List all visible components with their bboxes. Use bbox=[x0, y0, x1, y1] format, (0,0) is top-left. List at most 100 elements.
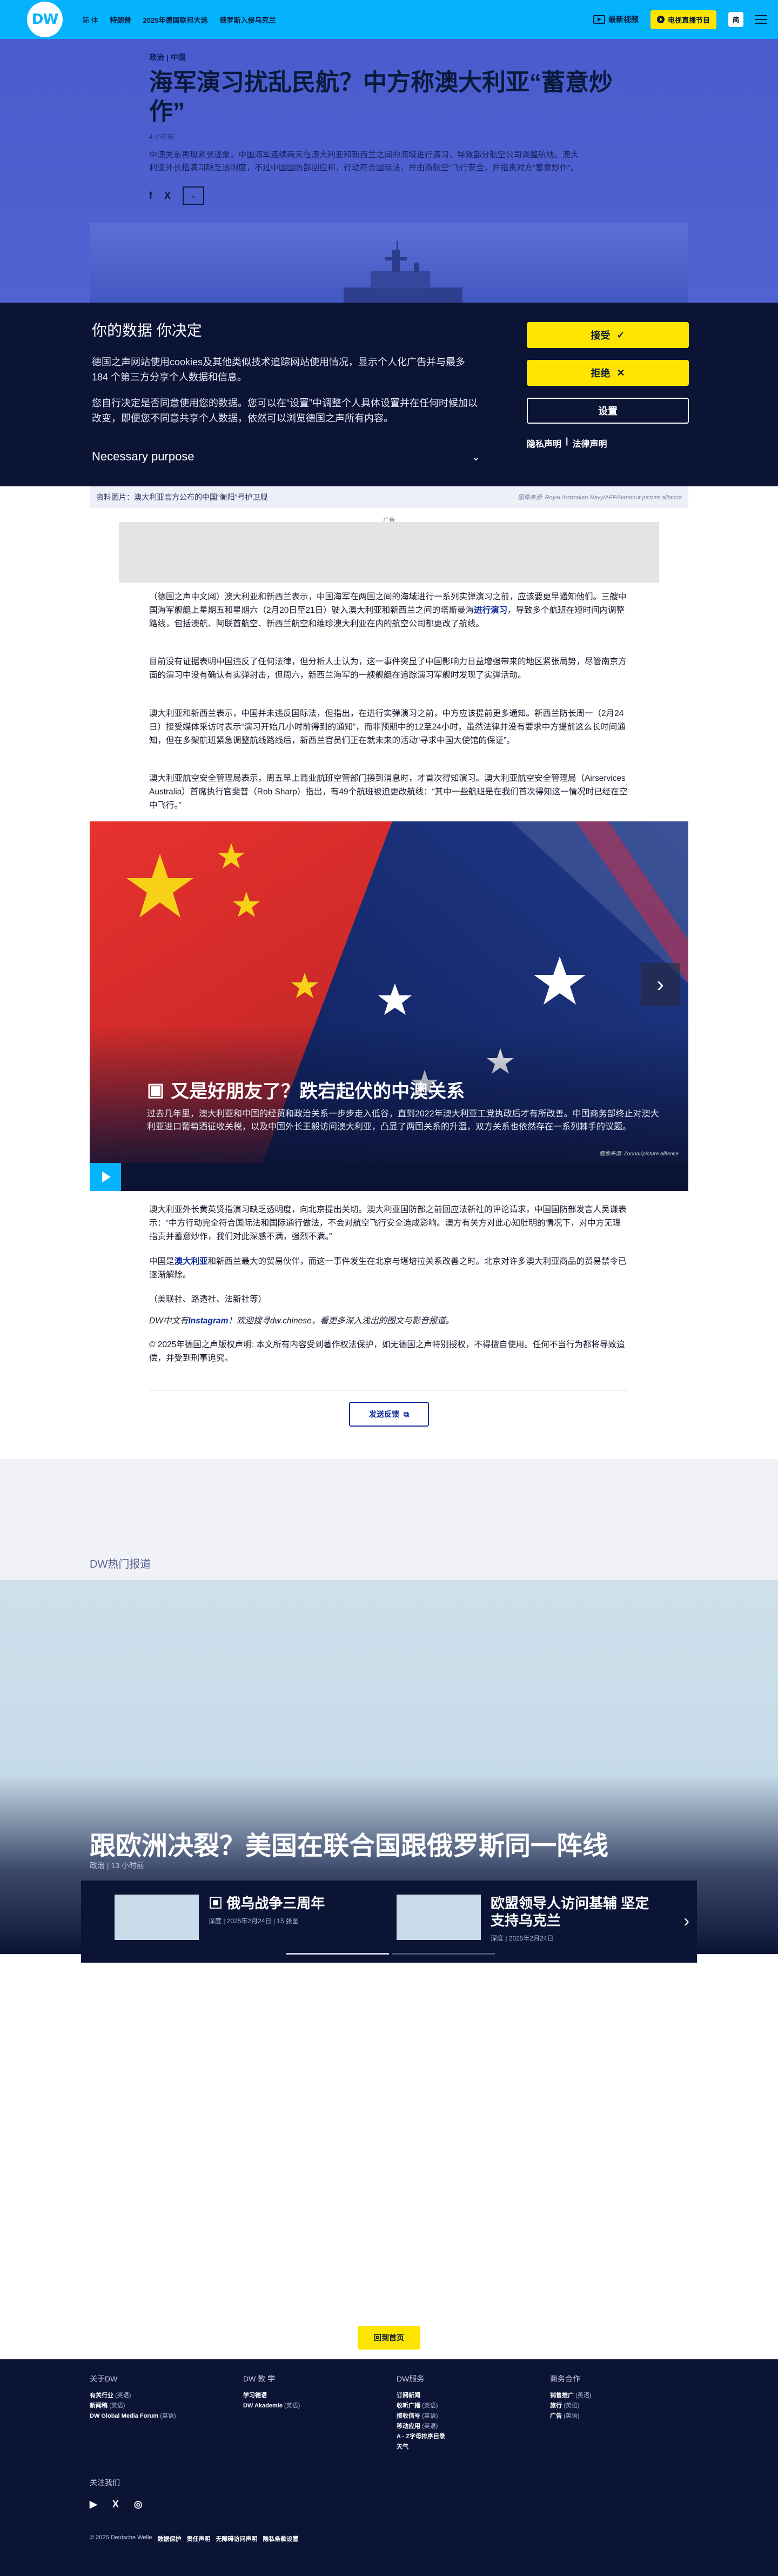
inline-link[interactable]: 进行演习 bbox=[474, 606, 507, 615]
footer-col-about: 关于DW 有关行业 (英语) 新闻稿 (英语) DW Global Media … bbox=[90, 2373, 176, 2421]
legal-link[interactable]: 法律声明 bbox=[573, 437, 607, 450]
footer-link[interactable]: 有关行业 (英语) bbox=[90, 2391, 176, 2401]
live-tv-button[interactable]: 电视直播节目 bbox=[650, 10, 716, 29]
settings-button[interactable]: 设置 bbox=[527, 398, 689, 424]
reject-button[interactable]: 拒绝 ✕ bbox=[527, 360, 689, 386]
copy-icon: ⧉ bbox=[404, 1409, 409, 1419]
cookie-text-1: 德国之声网站使用cookies及其他类似技术追踪网站使用情况，显示个人化广告并与… bbox=[92, 357, 466, 383]
gallery-next-button[interactable]: › bbox=[641, 963, 680, 1006]
ship-silhouette bbox=[344, 241, 462, 303]
footer-link[interactable]: 收听广播 (英语) bbox=[397, 2401, 445, 2411]
chevron-down-icon: ⌄ bbox=[471, 450, 481, 463]
copyright-notice: © 2025年德国之声版权声明: 本文所有内容受到著作权法保护，如无德国之声特别… bbox=[149, 1340, 625, 1363]
gallery-progress bbox=[121, 1163, 688, 1191]
youtube-icon[interactable]: ▶ bbox=[90, 2499, 97, 2510]
privacy-link[interactable]: 隐私声明 bbox=[527, 437, 561, 450]
legal-link[interactable]: 无障碍访问声明 bbox=[216, 2534, 258, 2543]
article-title: 海军演习扰乱民航？中方称澳大利亚“蓄意炒作” bbox=[149, 69, 613, 125]
footer-link[interactable]: 广告 (英语) bbox=[550, 2411, 591, 2421]
cookie-consent-banner: 你的数据 你决定 德国之声网站使用cookies及其他类似技术追踪网站使用情况，… bbox=[0, 303, 778, 486]
nav-item-lang[interactable]: 简 体 bbox=[82, 15, 98, 25]
nav-item-trump[interactable]: 特朗普 bbox=[110, 15, 131, 25]
facebook-icon[interactable]: f bbox=[149, 190, 152, 202]
gallery-play-button[interactable] bbox=[90, 1163, 121, 1191]
cookie-text-2: 您自行决定是否同意使用您的数据。您可以在“设置”中调整个人具体设置并在任何时候加… bbox=[92, 398, 478, 424]
video-icon bbox=[593, 15, 605, 24]
carousel-card[interactable]: ▣ 俄乌战争三周年 深度 | 2025年2月24日 | 15 张图 bbox=[115, 1895, 325, 1940]
paragraph: 目前没有证据表明中国违反了任何法律，但分析人士认为，这一事件突显了中国影响力日益… bbox=[149, 657, 627, 680]
gallery-icon: ▣ bbox=[209, 1895, 227, 1911]
article-lead: 中澳关系再现紧张迹象。中国海军连续两天在澳大利亚和新西兰之间的海域进行演习，导致… bbox=[149, 150, 579, 172]
footer-link[interactable]: 旅行 (英语) bbox=[550, 2401, 591, 2411]
instagram-promo: DW中文有Instagram！欢迎搜寻dw.chinese，看更多深入浅出的图文… bbox=[149, 1316, 454, 1326]
image-gallery[interactable]: › ▣ 又是好朋友了？跌宕起伏的中澳关系 过去几年里，澳大利亚和中国的经贸和政治… bbox=[90, 821, 688, 1191]
footer-link[interactable]: 接收信号 (英语) bbox=[397, 2411, 445, 2421]
legal-link[interactable]: 数据保护 bbox=[158, 2534, 182, 2543]
article-kicker[interactable]: 政治 | 中国 bbox=[149, 52, 625, 63]
flags-image bbox=[90, 821, 688, 1191]
footer-link[interactable]: A - Z字母排序目录 bbox=[397, 2432, 445, 2442]
copyright: © 2025 Deutsche Welle bbox=[90, 2534, 152, 2541]
footer-link[interactable]: 天气 bbox=[397, 2442, 445, 2452]
card-thumbnail bbox=[115, 1895, 199, 1940]
back-to-top-button[interactable]: 回到首页 bbox=[358, 2326, 420, 2350]
follow-us-label: 关注我们 bbox=[90, 2478, 120, 2487]
social-links: ▶ X ◎ bbox=[90, 2499, 143, 2510]
inline-link[interactable]: 澳大利亚 bbox=[175, 1257, 208, 1266]
footer-link[interactable]: DW Akademie (英语) bbox=[243, 2401, 300, 2411]
legal-link[interactable]: 隐私条款设置 bbox=[263, 2534, 299, 2543]
featured-section-title: DW热门报道 bbox=[90, 1558, 151, 1570]
paragraph: 中国是澳大利亚和新西兰最大的贸易伙伴，而这一事件发生在北京与堪培拉关系改善之时。… bbox=[149, 1257, 627, 1280]
footer-link[interactable]: DW Global Media Forum (英语) bbox=[90, 2411, 176, 2421]
instagram-icon[interactable]: ◎ bbox=[134, 2499, 143, 2510]
legal-link[interactable]: 责任声明 bbox=[187, 2534, 211, 2543]
gallery-credit: 图像来源: Zoonar/picture alliance bbox=[599, 1151, 679, 1157]
nav-item-election[interactable]: 2025年德国联邦大选 bbox=[143, 15, 208, 25]
footer-link[interactable]: 订阅新闻 bbox=[397, 2391, 445, 2401]
dw-logo[interactable]: DW bbox=[27, 2, 63, 37]
paragraph: 澳大利亚和新西兰表示，中国并未违反国际法，但指出，在进行实弹演习之前，中方应该提… bbox=[149, 709, 626, 745]
gallery-title: 又是好朋友了？跌宕起伏的中澳关系 bbox=[171, 1081, 465, 1102]
footer-col-learn: DW 教 学 学习德语 DW Akademie (英语) bbox=[243, 2373, 300, 2411]
paragraph: （美联社、路透社、法新社等） bbox=[149, 1295, 267, 1304]
x-icon[interactable]: X bbox=[112, 2499, 119, 2510]
play-icon bbox=[656, 16, 665, 23]
featured-title[interactable]: 跟欧洲决裂？美国在联合国跟俄罗斯同一阵线 bbox=[90, 1824, 608, 1862]
ad-slot[interactable] bbox=[119, 522, 659, 583]
footer-link[interactable]: 移动应用 (英语) bbox=[397, 2421, 445, 2432]
instagram-link[interactable]: Instagram bbox=[188, 1316, 228, 1326]
paragraph: 澳大利亚航空安全管理局表示，周五早上商业航班空管部门接到消息时，才首次得知演习。… bbox=[149, 774, 628, 810]
article-hero: 政治 | 中国 海军演习扰乱民航？中方称澳大利亚“蓄意炒作” 4 小时前 中澳关… bbox=[0, 39, 778, 303]
footer-link[interactable]: 学习德语 bbox=[243, 2391, 300, 2401]
check-icon: ✓ bbox=[616, 329, 625, 340]
carousel-card[interactable]: 欧盟领导人访问基辅 坚定支持乌克兰 深度 | 2025年2月24日 bbox=[397, 1895, 653, 1943]
language-button[interactable]: 简 bbox=[728, 12, 743, 27]
footer: 关于DW 有关行业 (英语) 新闻稿 (英语) DW Global Media … bbox=[0, 2359, 778, 2576]
carousel-next-button[interactable]: › bbox=[683, 1911, 689, 1931]
image-credit: 图像来源: Royal Australian Navy/AFP/Handout … bbox=[518, 494, 682, 501]
footer-link[interactable]: 销售推广 (英语) bbox=[550, 2391, 591, 2401]
share-bar: f X ⌄ bbox=[149, 186, 625, 205]
feedback-button[interactable]: 发送反馈 ⧉ bbox=[349, 1402, 429, 1427]
footer-col-services: DW服务 订阅新闻 收听广播 (英语) 接收信号 (英语) 移动应用 (英语) … bbox=[397, 2373, 445, 2452]
necessary-purpose-toggle[interactable]: Necessary purpose ⌄ bbox=[92, 450, 481, 464]
more-share-icon[interactable]: ⌄ bbox=[183, 186, 205, 205]
footer-col-business: 商务合作 销售推广 (英语) 旅行 (英语) 广告 (英语) bbox=[550, 2373, 591, 2421]
x-icon[interactable]: X bbox=[164, 190, 171, 202]
cookie-title: 你的数据 你决定 bbox=[92, 322, 202, 339]
top-nav: 简 体 特朗普 2025年德国联邦大选 俄罗斯入侵乌克兰 bbox=[82, 15, 276, 25]
legal-links: © 2025 Deutsche Welle 数据保护 责任声明 无障碍访问声明 … bbox=[90, 2534, 299, 2543]
gallery-icon: ▣ bbox=[147, 1079, 165, 1100]
carousel-indicator bbox=[286, 1953, 495, 1955]
accept-button[interactable]: 接受 ✓ bbox=[527, 322, 689, 348]
paragraph: （德国之声中文网）澳大利亚和新西兰表示，中国海军在两国之间的海域进行一系列实弹演… bbox=[149, 592, 627, 628]
paragraph: 澳大利亚外长黄英贤指演习缺乏透明度，向北京提出关切。澳大利亚国防部之前回应法新社… bbox=[149, 1205, 627, 1241]
hero-image bbox=[90, 223, 688, 303]
footer-link[interactable]: 新闻稿 (英语) bbox=[90, 2401, 176, 2411]
menu-icon[interactable] bbox=[755, 15, 767, 24]
latest-video-button[interactable]: 最新视频 bbox=[593, 14, 639, 25]
close-icon: ✕ bbox=[616, 367, 625, 378]
featured-meta: 政治 | 13 小时前 bbox=[90, 1861, 144, 1870]
image-caption: 资料图片：澳大利亚官方公布的中国“衡阳”号护卫舰 图像来源: Royal Aus… bbox=[90, 486, 688, 508]
nav-item-ukraine[interactable]: 俄罗斯入侵乌克兰 bbox=[220, 15, 276, 25]
